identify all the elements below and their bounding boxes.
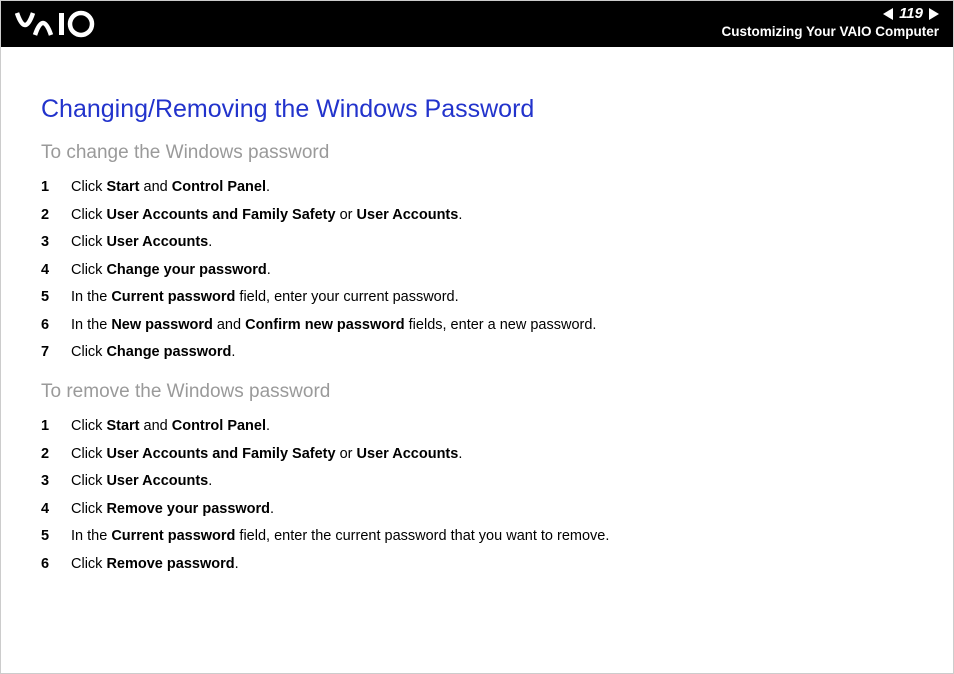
section-label: Customizing Your VAIO Computer: [721, 24, 939, 39]
page-nav-box: 119 Customizing Your VAIO Computer: [721, 5, 939, 39]
vaio-logo: [15, 9, 125, 39]
prev-page-arrow-icon[interactable]: [883, 8, 893, 20]
step-item: In the New password and Confirm new pass…: [41, 312, 923, 340]
step-item: Click Change password.: [41, 339, 923, 367]
step-item: Click Remove your password.: [41, 496, 923, 524]
step-item: In the Current password field, enter you…: [41, 284, 923, 312]
page-header: 119 Customizing Your VAIO Computer: [1, 1, 953, 47]
step-item: Click User Accounts.: [41, 229, 923, 257]
steps-list-remove: Click Start and Control Panel.Click User…: [41, 413, 923, 578]
next-page-arrow-icon[interactable]: [929, 8, 939, 20]
step-item: Click User Accounts.: [41, 468, 923, 496]
step-item: In the Current password field, enter the…: [41, 523, 923, 551]
step-item: Click Change your password.: [41, 257, 923, 285]
step-item: Click Start and Control Panel.: [41, 174, 923, 202]
subheading: To change the Windows password: [41, 142, 923, 164]
page-content: Changing/Removing the Windows Password T…: [1, 47, 953, 578]
step-item: Click Remove password.: [41, 551, 923, 579]
page-title: Changing/Removing the Windows Password: [41, 95, 923, 124]
page-number: 119: [897, 5, 925, 22]
step-item: Click User Accounts and Family Safety or…: [41, 441, 923, 469]
subheading: To remove the Windows password: [41, 381, 923, 403]
step-item: Click User Accounts and Family Safety or…: [41, 202, 923, 230]
step-item: Click Start and Control Panel.: [41, 413, 923, 441]
steps-list-change: Click Start and Control Panel.Click User…: [41, 174, 923, 367]
